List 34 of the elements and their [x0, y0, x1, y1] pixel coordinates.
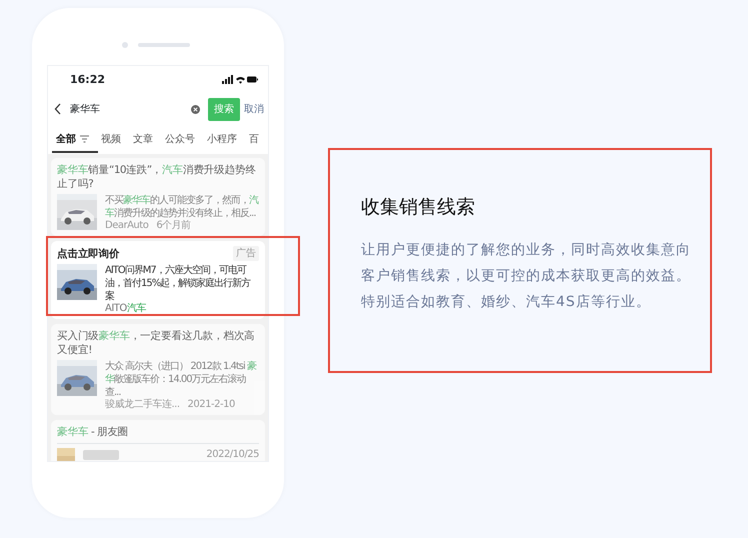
tab[interactable]: 文章 — [133, 126, 153, 152]
result-snippet: 不买豪华车的人可能变多了，然而，汽车消费升级的趋势并没有终止，相反... — [105, 194, 259, 220]
section-title: 豪华车 - 朋友圈 — [57, 425, 259, 444]
result-title: 豪华车销量“10连跌”，汽车消费升级趋势终止了吗? — [57, 163, 257, 191]
result-snippet: 大众 高尔夫（进口） 2012款 1.4tsi 豪华敞篷版车价：14.00万元左右滚动查... — [105, 360, 258, 398]
blurred-name — [83, 450, 119, 460]
tab-underline — [52, 150, 98, 152]
status-icons — [222, 75, 258, 85]
feature-description: 让用户更便捷的了解您的业务，同时高效收集意向客户销售线索，以更可控的成本获取更高的效益。特别适合如教育、婚纱、汽车4S店等行业。 — [361, 240, 692, 312]
back-icon[interactable] — [54, 103, 62, 115]
clear-icon[interactable] — [191, 104, 200, 114]
result-meta: DearAuto — [105, 220, 148, 232]
result-card[interactable]: 豪华车销量“10连跌”，汽车消费升级趋势终止了吗? 不买豪华车的人可能变多了，然而，汽车消费升级的趋势并没有终止，相反... DearAuto 6个月前 — [51, 158, 265, 236]
tab[interactable]: 小程序 — [207, 126, 237, 152]
result-title: 买入门级豪华车，一定要看这几款，档次高又便宜! — [57, 329, 256, 357]
cancel-link[interactable]: 取消 — [244, 102, 264, 116]
result-meta: 2021-2-10 — [188, 399, 235, 411]
tab[interactable]: 全部 — [56, 126, 76, 152]
result-meta: 6个月前 — [156, 220, 191, 232]
ad-snippet: AITO问界M7，六座大空间，可电可油，首付15%起，解锁家庭出行新方案 — [105, 264, 252, 302]
post-date: 2022/10/25 — [206, 449, 259, 461]
tab[interactable]: 百 — [249, 126, 259, 152]
camera-dot — [122, 42, 128, 48]
tab[interactable]: 公众号 — [165, 126, 195, 152]
filter-icon[interactable] — [80, 135, 89, 143]
feature-title: 收集销售线索 — [361, 196, 476, 219]
ad-source: AITO汽车 — [105, 303, 148, 315]
result-card[interactable]: 豪华车 - 朋友圈 2022/10/25 — [51, 420, 265, 461]
result-meta: 骏威龙二手车连... — [105, 399, 180, 411]
ad-title: 点击立即询价 — [57, 246, 120, 260]
result-card[interactable]: 买入门级豪华车，一定要看这几款，档次高又便宜! 大众 高尔夫（进口） 2012款 1.4tsi 豪华敞篷版车价：14.00万元左右滚动查... 骏威龙二手车连... 2021-2-10 — [51, 324, 265, 415]
status-time: 16:22 — [70, 72, 106, 88]
tab[interactable]: 视频 — [101, 126, 121, 152]
result-card[interactable]: 点击立即询价 广告 AITO问界M7，六座大空间，可电可油，首付15%起，解锁家庭出行新方案 AITO汽车 — [51, 241, 265, 319]
